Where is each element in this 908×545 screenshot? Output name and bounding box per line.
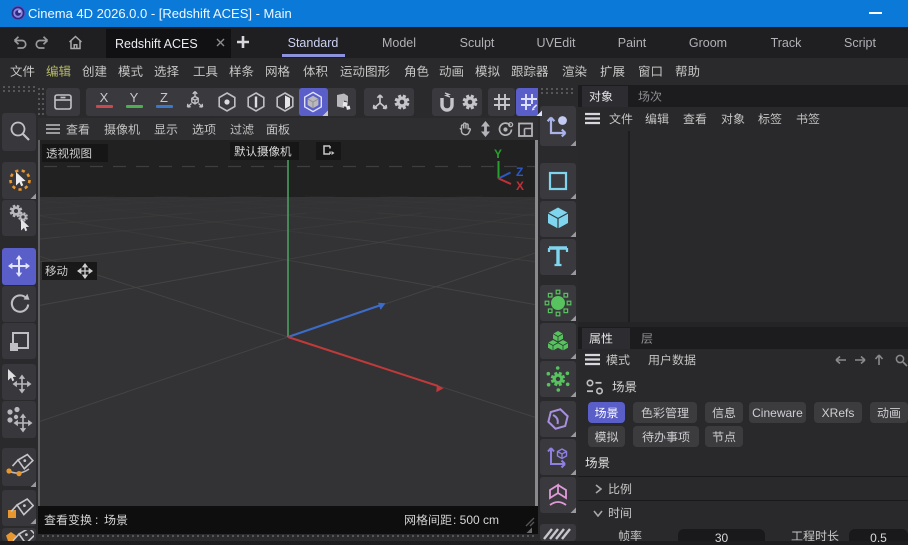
svg-text:Z: Z bbox=[516, 165, 523, 179]
svg-text:Y: Y bbox=[494, 147, 502, 161]
svg-text:X: X bbox=[516, 179, 524, 193]
